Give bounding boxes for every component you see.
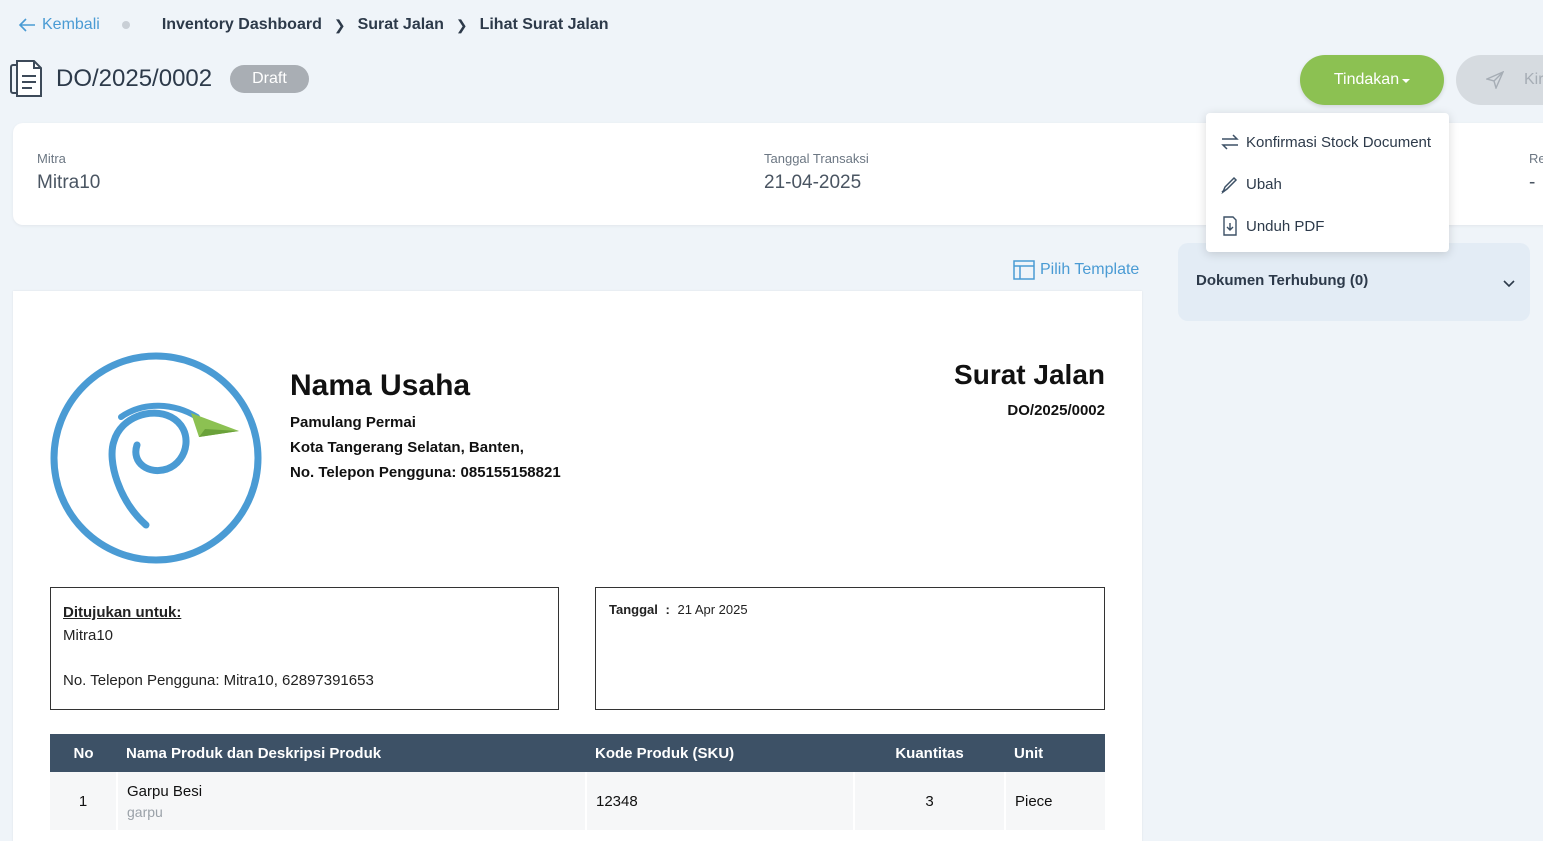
column-header-sku: Kode Produk (SKU) [586, 734, 854, 772]
menu-item-download-pdf[interactable]: Unduh PDF [1206, 205, 1449, 247]
menu-item-label: Konfirmasi Stock Document [1246, 133, 1432, 151]
status-badge: Draft [230, 65, 309, 93]
company-logo [50, 352, 262, 564]
send-button[interactable]: Kirim [1456, 55, 1543, 105]
breadcrumb-current: Lihat Surat Jalan [479, 16, 609, 33]
arrow-left-icon [18, 18, 35, 32]
paper-date-value: 21 Apr 2025 [677, 602, 748, 617]
menu-item-label: Unduh PDF [1246, 217, 1325, 235]
document-number: DO/2025/0002 [1007, 402, 1105, 419]
date-box: Tanggal : 21 Apr 2025 [595, 587, 1105, 710]
chevron-right-icon: ❯ [333, 16, 346, 33]
column-header-unit: Unit [1005, 734, 1105, 772]
file-download-icon [1223, 216, 1237, 236]
partner-value: Mitra10 [37, 172, 101, 193]
cell-product: Garpu Besi garpu [117, 772, 587, 830]
linked-documents-panel[interactable]: Dokumen Terhubung (0) [1178, 243, 1530, 321]
menu-item-label: Ubah [1246, 175, 1282, 193]
column-header-no: No [50, 734, 117, 772]
paper-date-separator: : [665, 602, 670, 617]
paper-date-label: Tanggal [609, 602, 658, 617]
menu-item-confirm-stock[interactable]: Konfirmasi Stock Document [1206, 121, 1449, 163]
actions-label: Tindakan [1333, 71, 1400, 88]
product-description: garpu [127, 803, 163, 820]
recipient-name: Mitra10 [63, 627, 114, 644]
back-link[interactable]: Kembali [18, 16, 100, 34]
table-row: 1 Garpu Besi garpu 12348 3 Piece [50, 772, 1105, 830]
date-value: 21-04-2025 [764, 172, 862, 193]
column-header-product: Nama Produk dan Deskripsi Produk [117, 734, 586, 772]
back-label: Kembali [42, 16, 100, 33]
business-phone: No. Telepon Pengguna: 085155158821 [290, 464, 561, 481]
pencil-icon [1221, 176, 1238, 194]
recipient-box: Ditujukan untuk: Mitra10 No. Telepon Pen… [50, 587, 559, 710]
business-address-line2: Kota Tangerang Selatan, Banten, [290, 439, 524, 456]
cell-unit: Piece [1005, 772, 1105, 830]
business-name: Nama Usaha [290, 369, 471, 402]
actions-dropdown: Konfirmasi Stock Document Ubah Unduh PDF [1206, 113, 1449, 252]
exchange-icon [1221, 134, 1239, 150]
reference-label: Re [1529, 151, 1543, 166]
pick-template-link[interactable]: Pilih Template [1012, 258, 1139, 282]
reference-value: - [1529, 172, 1536, 193]
template-icon [1013, 260, 1035, 280]
breadcrumb: Kembali Inventory Dashboard ❯ Surat Jala… [18, 14, 609, 36]
linked-documents-title: Dokumen Terhubung (0) [1196, 272, 1369, 289]
chevron-right-icon: ❯ [455, 16, 468, 33]
cell-no: 1 [50, 772, 118, 830]
chevron-down-icon[interactable] [1502, 279, 1516, 289]
page-title: DO/2025/0002 [56, 65, 213, 92]
caret-down-icon [1402, 79, 1411, 83]
business-address-line1: Pamulang Permai [290, 414, 416, 431]
pick-template-label: Pilih Template [1040, 261, 1140, 278]
title-row: DO/2025/0002 Draft [10, 60, 309, 98]
breadcrumb-inventory-dashboard[interactable]: Inventory Dashboard [162, 16, 322, 34]
recipient-label: Ditujukan untuk: [63, 604, 182, 621]
partner-field: Mitra Mitra10 [37, 151, 100, 194]
date-field: Tanggal Transaksi 21-04-2025 [764, 151, 869, 194]
column-header-quantity: Kuantitas [854, 734, 1005, 772]
recipient-phone: No. Telepon Pengguna: Mitra10, 628973916… [63, 672, 374, 689]
cell-quantity: 3 [854, 772, 1006, 830]
send-icon [1486, 71, 1504, 89]
date-label: Tanggal Transaksi [764, 151, 869, 166]
cell-sku: 12348 [586, 772, 855, 830]
menu-item-edit[interactable]: Ubah [1206, 163, 1449, 205]
table-header-row: No Nama Produk dan Deskripsi Produk Kode… [50, 734, 1105, 772]
breadcrumb-surat-jalan[interactable]: Surat Jalan [358, 16, 444, 34]
document-type-title: Surat Jalan [954, 359, 1105, 390]
partner-label: Mitra [37, 151, 66, 166]
document-preview: Nama Usaha Pamulang Permai Kota Tangeran… [13, 291, 1142, 841]
document-icon [10, 60, 42, 97]
reference-field: Re - [1529, 151, 1543, 194]
actions-button[interactable]: Tindakan [1300, 55, 1444, 105]
items-table: No Nama Produk dan Deskripsi Produk Kode… [50, 734, 1105, 830]
separator-dot [121, 21, 130, 29]
product-name: Garpu Besi [127, 782, 203, 800]
send-label: Kirim [1524, 71, 1543, 88]
